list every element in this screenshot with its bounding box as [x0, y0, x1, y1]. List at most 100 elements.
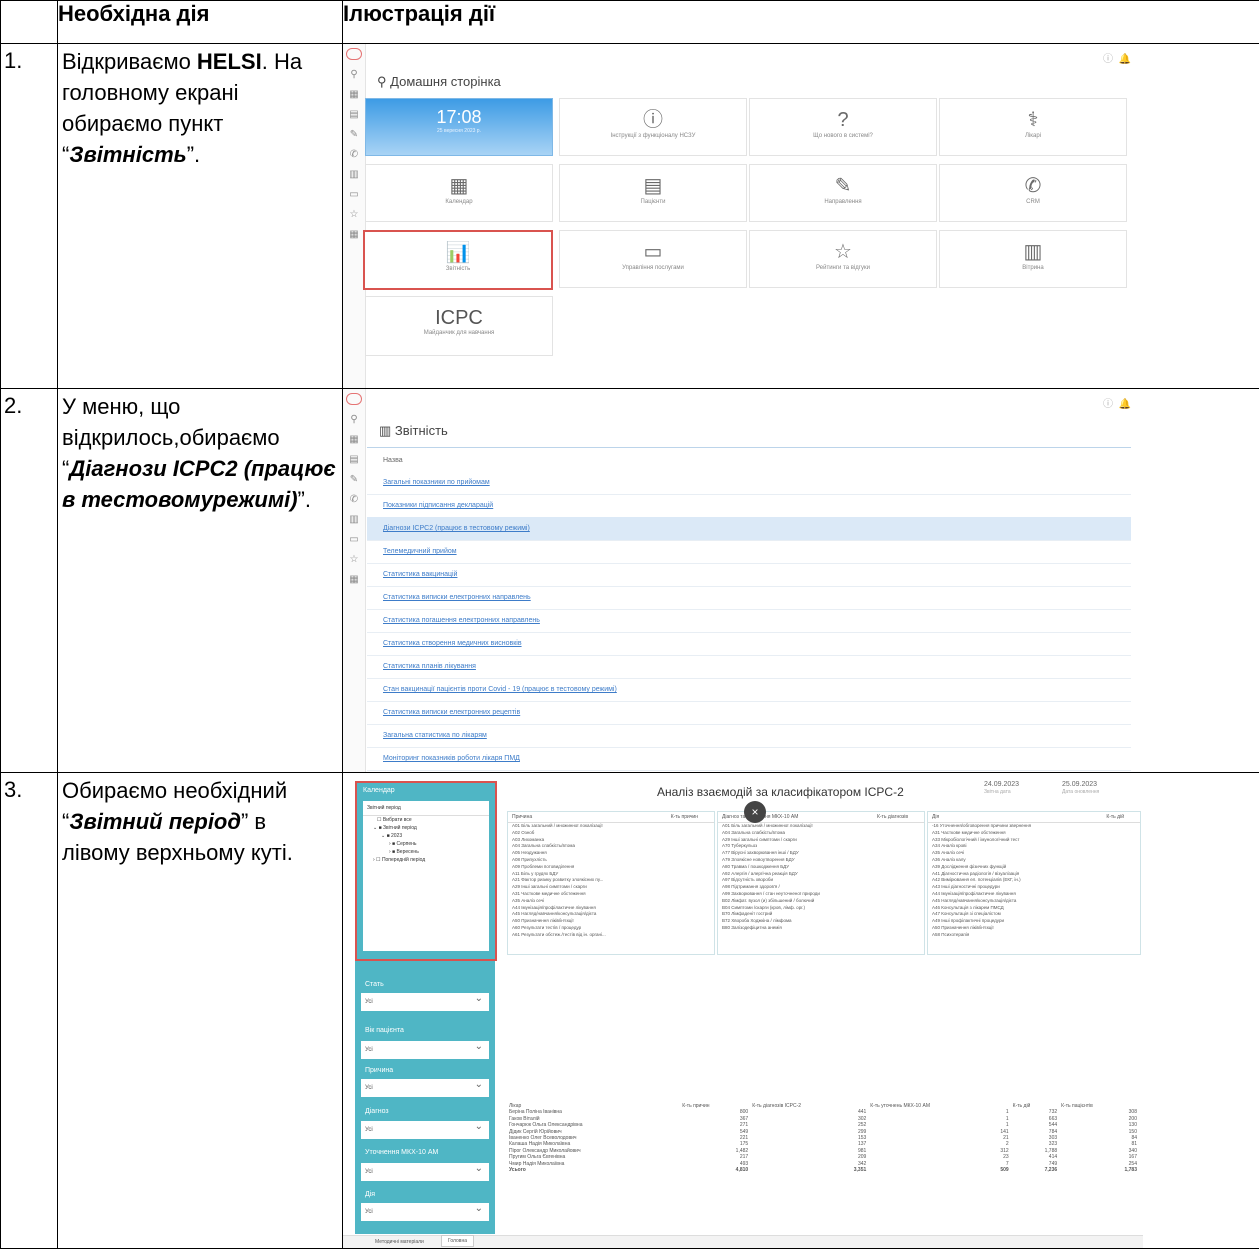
tile-reports[interactable]: 📊 Звітність — [363, 230, 553, 290]
tab-main[interactable]: Головна — [441, 1235, 474, 1247]
list-item[interactable]: A21 Фактор ризику розвитку злоякісних пу… — [512, 877, 714, 884]
help-icon[interactable]: ⓘ 🔔 — [1103, 395, 1131, 410]
list-item[interactable]: A80 Травма / пошкодження БДУ — [722, 864, 924, 871]
list-item[interactable]: A98 Підтримання здоров'я / — [722, 884, 924, 891]
tile-crm[interactable]: ✆ CRM — [939, 164, 1127, 222]
user-icon[interactable]: ⚲ — [348, 415, 360, 425]
tile-ratings[interactable]: ☆ Рейтинги та відгуки — [749, 230, 937, 288]
list-item[interactable]: B02 Лімфат. вузол (и) збільшений / болюч… — [722, 898, 924, 905]
star-icon[interactable]: ☆ — [348, 210, 360, 220]
report-link[interactable]: Статистика виписки електронних рецептів — [367, 701, 1131, 725]
star-icon[interactable]: ☆ — [348, 555, 360, 565]
list-item[interactable]: A31 Часткове медичне обстеження — [512, 891, 714, 898]
help-icon[interactable]: ⓘ 🔔 — [1103, 50, 1131, 65]
list-item[interactable]: A42 Вимірювання ел. потенціалів (ЕКГ, ін… — [932, 877, 1140, 884]
list-item[interactable]: B04 Симптоми /скарги (кров, лімф. орг.) — [722, 905, 924, 912]
list-item[interactable]: A11 Біль у грудях БДУ — [512, 871, 714, 878]
folder-icon[interactable]: ▭ — [348, 190, 360, 200]
edit-icon[interactable]: ✎ — [348, 130, 360, 140]
tile-services[interactable]: ▭ Управління послугами — [559, 230, 747, 288]
action-select[interactable]: Усі — [361, 1200, 489, 1221]
list-item[interactable]: A41 Діагностична радіологія / візуалізац… — [932, 871, 1140, 878]
list-item[interactable]: B80 Залізодефіцитна анемія — [722, 925, 924, 932]
report-link[interactable]: Загальні показники по прийомам — [367, 471, 1131, 495]
list-item[interactable]: A49 Інші профілактичні процедури — [932, 918, 1140, 925]
chart-icon[interactable]: ▥ — [348, 515, 360, 525]
tile-whats-new[interactable]: ? Що нового в системі? — [749, 98, 937, 156]
tile-nszu[interactable]: ⓘ Інструкції з функціоналу НСЗУ — [559, 98, 747, 156]
list-item[interactable]: A45 Нагляд/навчання/консультація/дієта — [512, 911, 714, 918]
building-icon[interactable]: ▦ — [348, 575, 360, 585]
list-item[interactable]: A08 Припухлість — [512, 857, 714, 864]
list-item[interactable]: A92 Алергія / алергічна реакція БДУ — [722, 871, 924, 878]
gender-select[interactable]: Усі — [361, 990, 489, 1011]
list-item[interactable]: A35 Аналіз сечі — [512, 898, 714, 905]
tile-calendar[interactable]: ▦ Календар — [365, 164, 553, 222]
report-link[interactable]: Показники підписання декларацій — [367, 494, 1131, 518]
age-select[interactable]: Усі — [361, 1038, 489, 1059]
tile-patients[interactable]: ▤ Пацієнти — [559, 164, 747, 222]
list-item[interactable]: A01 Біль загальний / множинної локалізац… — [512, 823, 714, 830]
list-item[interactable]: B70 Лімфаденіт гострий — [722, 911, 924, 918]
list-item[interactable]: A58 Психотерапія — [932, 932, 1140, 939]
list-item[interactable]: A31 Часткове медичне обстеження — [932, 830, 1140, 837]
list-item[interactable]: A35 Аналіз сечі — [932, 850, 1140, 857]
user-icon[interactable]: ⚲ — [348, 70, 360, 80]
tab-materials[interactable]: Методичні матеріали — [369, 1237, 430, 1247]
list-item[interactable]: A50 Призначення ліків/ін'єкції — [932, 925, 1140, 932]
list-item[interactable]: A77 Вірусні захворювання інші / БДУ — [722, 850, 924, 857]
list-item[interactable]: A97 Відсутність хвороби — [722, 877, 924, 884]
grid-icon[interactable]: ▦ — [348, 90, 360, 100]
list-item[interactable]: A09 Проблеми потовиділення — [512, 864, 714, 871]
tile-showcase[interactable]: ▥ Вітрина — [939, 230, 1127, 288]
chart-icon[interactable]: ▥ — [348, 170, 360, 180]
list-item[interactable]: A44 Імунізація/профілактичне лікування — [932, 891, 1140, 898]
list-item[interactable]: B72 Хвороба Ходжкіна / лімфома — [722, 918, 924, 925]
edit-icon[interactable]: ✎ — [348, 475, 360, 485]
tile-icpc[interactable]: ICPC Майданчик для навчання — [365, 296, 553, 356]
folder-icon[interactable]: ▭ — [348, 535, 360, 545]
list-item[interactable]: A33 Мікробіологічний / імунологічний тес… — [932, 837, 1140, 844]
grid-icon[interactable]: ▦ — [348, 435, 360, 445]
list-item[interactable]: A29 Інші загальні симптоми / скарги — [722, 837, 924, 844]
tile-doctors[interactable]: ⚕ Лікарі — [939, 98, 1127, 156]
table-row[interactable]: Усього 4,810 3,351 509 7,236 1,783 — [507, 1167, 1139, 1173]
list-icon[interactable]: ▤ — [348, 455, 360, 465]
close-icon[interactable]: × — [744, 801, 766, 823]
list-item[interactable]: A34 Аналіз крові — [932, 843, 1140, 850]
list-item[interactable]: A46 Консультація з лікарем ПМСД — [932, 905, 1140, 912]
phone-icon[interactable]: ✆ — [348, 150, 360, 160]
report-link-icpc2[interactable]: Діагнози ICPC2 (працює в тестовому режим… — [367, 517, 1131, 541]
list-item[interactable]: A61 Результати обстеж./тестів від ін. ор… — [512, 932, 714, 939]
period-tree[interactable]: Звітний період ☐ Вибрати все ⌄ ■ Звітний… — [363, 801, 489, 951]
report-link[interactable]: Телемедичний прийом — [367, 540, 1131, 564]
list-item[interactable]: A02 Озноб — [512, 830, 714, 837]
list-item[interactable]: A45 Нагляд/навчання/консультація/дієта — [932, 898, 1140, 905]
list-item[interactable]: A50 Призначення ліків/ін'єкції — [512, 918, 714, 925]
list-item[interactable]: A29 Інші загальні симптоми / скарги — [512, 884, 714, 891]
report-link[interactable]: Статистика планів лікування — [367, 655, 1131, 679]
list-icon[interactable]: ▤ — [348, 110, 360, 120]
phone-icon[interactable]: ✆ — [348, 495, 360, 505]
list-item[interactable]: A43 Інші діагностичні процедури — [932, 884, 1140, 891]
report-link[interactable]: Загальна статистика по лікарям — [367, 724, 1131, 748]
report-link[interactable]: Стан вакцинації пацієнтів проти Covid - … — [367, 678, 1131, 702]
list-item[interactable]: A39 Дослідження фізичних функцій — [932, 864, 1140, 871]
list-item[interactable]: A44 Імунізація/профілактичне лікування — [512, 905, 714, 912]
report-link[interactable]: Статистика погашення електронних направл… — [367, 609, 1131, 633]
list-item[interactable]: A36 Аналіз калу — [932, 857, 1140, 864]
diagnosis-select[interactable]: Усі — [361, 1118, 489, 1139]
list-item[interactable]: A04 Загальна слабкість/втома — [512, 843, 714, 850]
list-item[interactable]: A70 Туберкульоз — [722, 843, 924, 850]
list-item[interactable]: A60 Результати тестів / процедур — [512, 925, 714, 932]
list-item[interactable]: A04 Загальна слабкість/втома — [722, 830, 924, 837]
list-item[interactable]: -16 Уточнення/обговорення причини зверне… — [932, 823, 1140, 830]
icd-select[interactable]: Усі — [361, 1160, 489, 1181]
reason-select[interactable]: Усі — [361, 1076, 489, 1097]
report-link[interactable]: Статистика вакцинацій — [367, 563, 1131, 587]
list-item[interactable]: A01 Біль загальний / множинної локалізац… — [722, 823, 924, 830]
list-item[interactable]: A03 Лихоманка — [512, 837, 714, 844]
list-item[interactable]: A79 Злоякісне новоутворення БДУ — [722, 857, 924, 864]
report-link[interactable]: Статистика створення медичних висновків — [367, 632, 1131, 656]
building-icon[interactable]: ▦ — [348, 230, 360, 240]
